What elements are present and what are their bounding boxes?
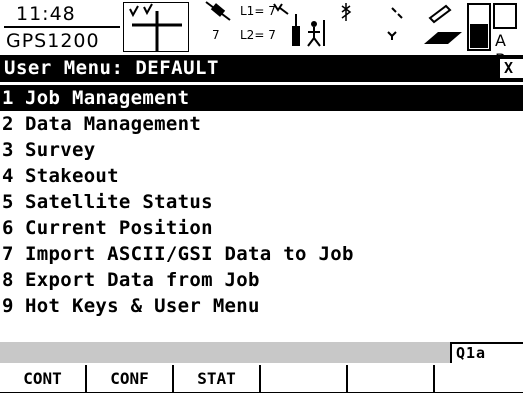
menu-item-label: Stakeout	[25, 165, 119, 187]
f6-button[interactable]	[435, 365, 523, 393]
l1-satellite-count: L1= 7	[240, 4, 276, 18]
menu-item-hot-keys[interactable]: 9 Hot Keys & User Menu	[0, 293, 523, 319]
menu-item-label: Import ASCII/GSI Data to Job	[25, 243, 354, 265]
function-key-bar: CONT CONF STAT	[0, 365, 523, 393]
page-title: User Menu: DEFAULT	[4, 57, 219, 79]
f1-cont-button[interactable]: CONT	[0, 365, 87, 393]
menu-item-label: Job Management	[25, 87, 190, 109]
menu-item-label: Survey	[25, 139, 96, 161]
menu-item-number: 8	[2, 269, 14, 291]
menu-item-export-data[interactable]: 8 Export Data from Job	[0, 267, 523, 293]
menu-item-survey[interactable]: 3 Survey	[0, 137, 523, 163]
close-icon[interactable]: X	[500, 59, 523, 78]
menu-item-number: 2	[2, 113, 14, 135]
menu-item-number: 5	[2, 191, 14, 213]
menu-item-label: Data Management	[25, 113, 202, 135]
l2-satellite-count: L2= 7	[240, 28, 276, 42]
menu-item-job-management[interactable]: 1 Job Management	[0, 85, 523, 111]
clock: 11:48	[16, 3, 76, 25]
satellite-icon	[205, 1, 231, 21]
menu-item-number: 3	[2, 139, 14, 161]
menu-item-label: Current Position	[25, 217, 213, 239]
menu-item-current-position[interactable]: 6 Current Position	[0, 215, 523, 241]
input-mode-indicator: Q1a	[450, 342, 523, 363]
menu-item-number: 4	[2, 165, 14, 187]
menu-item-import-data[interactable]: 7 Import ASCII/GSI Data to Job	[0, 241, 523, 267]
menu-item-number: 6	[2, 217, 14, 239]
f4-button[interactable]	[261, 365, 348, 393]
f3-stat-button[interactable]: STAT	[174, 365, 261, 393]
divider	[4, 26, 120, 28]
menu-item-stakeout[interactable]: 4 Stakeout	[0, 163, 523, 189]
menu-item-number: 7	[2, 243, 14, 265]
menu-item-label: Hot Keys & User Menu	[25, 295, 260, 317]
time-device-panel: 11:48 GPS1200	[2, 2, 120, 52]
menu-item-satellite-status[interactable]: 5 Satellite Status	[0, 189, 523, 215]
menu-item-label: Satellite Status	[25, 191, 213, 213]
info-strip	[0, 342, 523, 363]
user-menu-list: 1 Job Management 2 Data Management 3 Survey…	[0, 85, 523, 319]
menu-item-data-management[interactable]: 2 Data Management	[0, 111, 523, 137]
menu-item-label: Export Data from Job	[25, 269, 260, 291]
device-name: GPS1200	[6, 30, 100, 52]
menu-item-number: 9	[2, 295, 14, 317]
menu-item-number: 1	[2, 87, 14, 109]
title-bar: User Menu: DEFAULT X	[0, 55, 523, 82]
signal-indicators: L1= 7 7 L2= 7 A B	[192, 0, 523, 69]
position-status-icon	[123, 2, 189, 52]
satellite-count: 7	[212, 28, 220, 42]
f5-button[interactable]	[348, 365, 435, 393]
f2-conf-button[interactable]: CONF	[87, 365, 174, 393]
status-bar: 11:48 GPS1200 L1= 7 7 L2= 7 A	[0, 0, 523, 69]
